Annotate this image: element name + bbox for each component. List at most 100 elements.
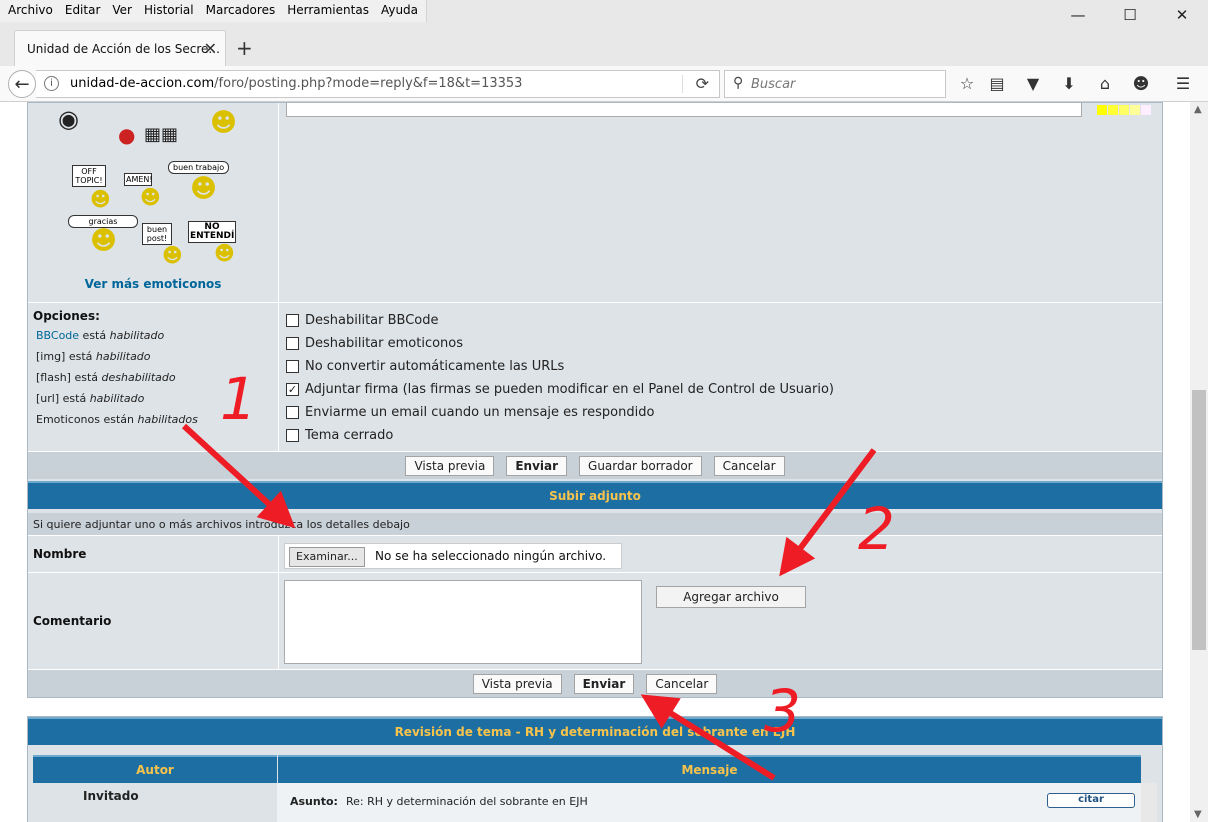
- browse-button[interactable]: Examinar...: [289, 547, 365, 567]
- post-subject: Re: RH y determinación del sobrante en E…: [346, 795, 588, 808]
- smiley-laughing-icon[interactable]: ☻: [210, 110, 237, 136]
- smiley-gracias-icon: ☻: [90, 226, 118, 256]
- address-bar[interactable]: i unidad-de-accion.com/foro/posting.php?…: [36, 70, 720, 98]
- scroll-down-icon[interactable]: ▼: [1194, 809, 1202, 820]
- cancel-button[interactable]: Cancelar: [713, 455, 785, 476]
- submit-button[interactable]: Enviar: [573, 673, 635, 694]
- submit-bar: Vista previa Enviar Guardar borrador Can…: [28, 451, 1162, 479]
- annotation-number-3: 3: [764, 677, 801, 745]
- checkbox-checked[interactable]: ✓: [286, 383, 299, 396]
- checkbox[interactable]: [286, 314, 299, 327]
- url-separator: [682, 75, 683, 93]
- download-icon[interactable]: ⬇: [1058, 74, 1080, 93]
- menu-editar[interactable]: Editar: [57, 0, 105, 22]
- options-flash-line: [flash] está deshabilitado: [36, 371, 176, 384]
- menu-herramientas[interactable]: Herramientas: [279, 0, 373, 22]
- smiley-offtopic-icon: ☻: [90, 187, 111, 211]
- checkbox-disable-emoticons[interactable]: Deshabilitar emoticonos: [286, 336, 463, 351]
- options-url-line: [url] está habilitado: [36, 392, 145, 405]
- smiley-offtopic-sign[interactable]: OFF TOPIC!: [72, 165, 106, 187]
- menu-archivo[interactable]: Archivo: [0, 0, 57, 22]
- pocket-icon[interactable]: ▼: [1022, 74, 1044, 93]
- subject-label: Asunto:: [290, 795, 338, 808]
- preview-button[interactable]: Vista previa: [472, 673, 562, 694]
- color-swatch-1[interactable]: [1097, 105, 1107, 115]
- home-icon[interactable]: ⌂: [1094, 74, 1116, 93]
- reload-icon[interactable]: ⟳: [696, 74, 709, 93]
- smileys-panel: ◉ ● ▦▦ ☻ OFF TOPIC! ☻ AMEN! ☻ buen traba…: [28, 103, 278, 302]
- smiley-buen-trabajo-icon: ☻: [190, 174, 218, 204]
- checkbox-email-notify[interactable]: Enviarme un email cuando un mensaje es r…: [286, 405, 654, 420]
- smiley-amen-icon: ☻: [140, 185, 161, 209]
- checkbox-disable-bbcode[interactable]: Deshabilitar BBCode: [286, 313, 439, 328]
- color-swatch-2[interactable]: [1108, 105, 1118, 115]
- menu-list: Archivo Editar Ver Historial Marcadores …: [0, 0, 428, 22]
- cancel-button[interactable]: Cancelar: [646, 673, 718, 694]
- color-swatch-3[interactable]: [1119, 105, 1129, 115]
- annotation-number-1: 1: [220, 365, 257, 433]
- tab-bar: Unidad de Acción de los Secre... ✕ +: [0, 22, 1208, 66]
- checkbox-no-urls[interactable]: No convertir automáticamente las URLs: [286, 359, 564, 374]
- smiley-buen-post-icon: ☻: [162, 243, 183, 267]
- menu-marcadores[interactable]: Marcadores: [198, 0, 280, 22]
- site-info-icon[interactable]: i: [44, 76, 59, 91]
- message-textarea[interactable]: [286, 103, 1082, 117]
- more-smileys-link[interactable]: Ver más emoticonos: [28, 277, 278, 291]
- review-post-row: Invitado Asunto: Re: RH y determinación …: [33, 783, 1141, 822]
- page-scrollbar[interactable]: ▲ ▼: [1190, 102, 1208, 822]
- post-author: Invitado: [83, 789, 139, 803]
- checkbox-attach-signature[interactable]: ✓ Adjuntar firma (las firmas se pueden mo…: [286, 382, 834, 397]
- color-swatch-5[interactable]: [1141, 105, 1151, 115]
- comment-textarea[interactable]: [284, 580, 642, 664]
- search-icon: ⚲: [733, 75, 744, 91]
- browser-tab[interactable]: Unidad de Acción de los Secre... ✕: [14, 30, 226, 66]
- bookmark-star-icon[interactable]: ☆: [956, 74, 978, 93]
- hamburger-menu-icon[interactable]: ☰: [1172, 74, 1194, 93]
- checkbox-lock-topic[interactable]: Tema cerrado: [286, 428, 393, 443]
- annotation-number-2: 2: [858, 495, 895, 563]
- options-bbcode-line: BBCode está habilitado: [36, 329, 165, 342]
- smiley-computer-icon[interactable]: ▦▦: [144, 125, 178, 145]
- review-header: Revisión de tema - RH y determinación de…: [28, 717, 1162, 745]
- menu-historial[interactable]: Historial: [136, 0, 198, 22]
- smiley-angry-icon[interactable]: ●: [118, 125, 135, 145]
- back-icon[interactable]: ←: [8, 70, 36, 98]
- quote-button[interactable]: citar: [1047, 793, 1135, 808]
- reading-list-icon[interactable]: ▤: [986, 74, 1008, 93]
- smiley-buen-post-sign[interactable]: buen post!: [142, 223, 172, 245]
- submit-button[interactable]: Enviar: [506, 455, 568, 476]
- review-author-cell: Invitado: [33, 783, 277, 822]
- scroll-up-icon[interactable]: ▲: [1194, 104, 1202, 115]
- search-input[interactable]: ⚲ Buscar: [724, 70, 946, 98]
- file-input[interactable]: Examinar... No se ha seleccionado ningún…: [284, 543, 622, 569]
- author-column-header: Autor: [33, 755, 277, 783]
- options-title: Opciones:: [33, 309, 100, 323]
- review-scrollbar[interactable]: [1141, 783, 1157, 822]
- bbcode-link[interactable]: BBCode: [36, 329, 79, 342]
- comment-label: Comentario: [33, 614, 112, 628]
- smiley-ninja-icon[interactable]: ◉: [58, 107, 79, 131]
- add-file-button[interactable]: Agregar archivo: [656, 586, 806, 608]
- smiley-buen-trabajo-bubble[interactable]: buen trabajo: [168, 161, 230, 174]
- attach-info: Si quiere adjuntar uno o más archivos in…: [28, 513, 1162, 535]
- checkbox[interactable]: [286, 337, 299, 350]
- posting-form: ◉ ● ▦▦ ☻ OFF TOPIC! ☻ AMEN! ☻ buen traba…: [27, 102, 1163, 698]
- name-label: Nombre: [33, 547, 87, 561]
- save-draft-button[interactable]: Guardar borrador: [579, 455, 702, 476]
- color-swatch-4[interactable]: [1130, 105, 1140, 115]
- emoji-icon[interactable]: ☻: [1130, 74, 1152, 93]
- options-emoticons-line: Emoticonos están habilitados: [36, 413, 198, 426]
- checkbox[interactable]: [286, 429, 299, 442]
- preview-button[interactable]: Vista previa: [405, 455, 495, 476]
- options-img-line: [img] está habilitado: [36, 350, 151, 363]
- smiley-no-entendi-sign[interactable]: NO ENTENDÍ: [188, 221, 236, 243]
- search-placeholder: Buscar: [751, 77, 796, 92]
- scroll-thumb[interactable]: [1192, 390, 1206, 650]
- submit-bar-bottom: Vista previa Enviar Cancelar: [28, 669, 1162, 697]
- checkbox[interactable]: [286, 360, 299, 373]
- tab-close-icon[interactable]: ✕: [204, 39, 217, 58]
- checkbox[interactable]: [286, 406, 299, 419]
- menu-ayuda[interactable]: Ayuda: [373, 0, 422, 22]
- new-tab-icon[interactable]: +: [236, 36, 253, 60]
- menu-ver[interactable]: Ver: [104, 0, 136, 22]
